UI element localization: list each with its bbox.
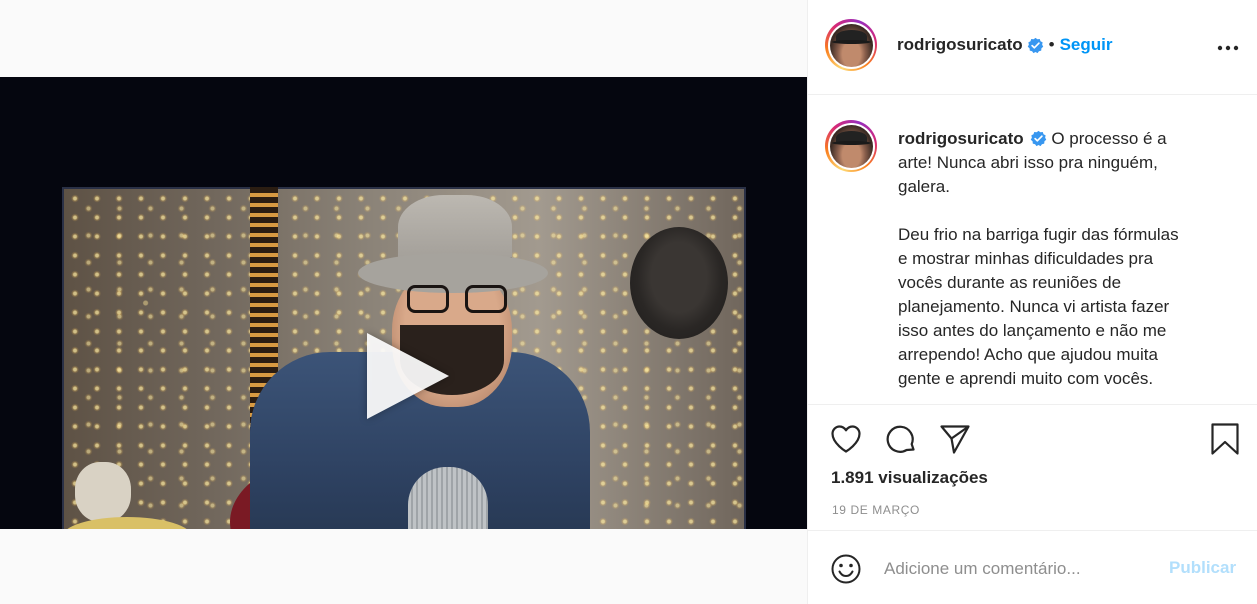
separator-dot: •: [1048, 35, 1055, 54]
post-date[interactable]: 19 de março: [832, 503, 920, 517]
bookmark-icon[interactable]: [1208, 422, 1242, 456]
media-area: [0, 0, 807, 604]
verified-badge-icon: [1027, 37, 1043, 53]
caption-line: planejamento. Nunca vi artista fazer: [898, 297, 1170, 316]
smiley-icon[interactable]: [830, 553, 862, 585]
caption-line: vocês durante as reuniões de: [898, 273, 1122, 292]
view-count[interactable]: 1.891 visualizações: [831, 468, 988, 488]
comment-form: Publicar: [808, 531, 1257, 604]
caption-line: gente e aprendi muito com vocês.: [898, 369, 1154, 388]
post-header: rodrigosuricato • Seguir: [808, 0, 1257, 95]
caption-text: rodrigosuricato O processo é a arte! Nun…: [898, 127, 1228, 391]
heart-icon[interactable]: [829, 422, 863, 456]
caption-line: isso antes do lançamento e não me: [898, 321, 1167, 340]
avatar-image: [829, 23, 873, 67]
caption-line: arte! Nunca abri isso pra ninguém,: [898, 153, 1158, 172]
glasses: [407, 285, 507, 315]
caption-username[interactable]: rodrigosuricato: [898, 129, 1024, 148]
wall-hat: [630, 227, 728, 339]
verified-badge-icon: [1030, 130, 1046, 147]
follow-button[interactable]: Seguir: [1060, 35, 1113, 55]
publish-button[interactable]: Publicar: [1169, 558, 1236, 578]
paper-plane-icon[interactable]: [938, 422, 972, 456]
header-username[interactable]: rodrigosuricato: [897, 35, 1023, 55]
post-caption: rodrigosuricato O processo é a arte! Nun…: [808, 96, 1257, 405]
caption-line: e mostrar minhas dificuldades pra: [898, 249, 1154, 268]
post-side-panel: rodrigosuricato • Seguir rodrigosuricato…: [807, 0, 1257, 604]
microphone: [408, 467, 488, 529]
caption-line: Deu frio na barriga fugir das fórmulas: [898, 225, 1179, 244]
comment-bubble-icon[interactable]: [884, 422, 918, 456]
more-horizontal-icon[interactable]: [1216, 38, 1240, 58]
caption-line: galera.: [898, 177, 950, 196]
play-icon[interactable]: [367, 333, 449, 419]
video-player[interactable]: [0, 77, 807, 529]
caption-line: arrependo! Acho que ajudou muita: [898, 345, 1158, 364]
comment-input[interactable]: [884, 555, 1154, 583]
avatar[interactable]: [825, 19, 877, 71]
caption-line: O processo é a: [1051, 129, 1167, 148]
skull-decor: [75, 462, 131, 522]
caption-avatar[interactable]: [825, 120, 877, 172]
post-actions: 1.891 visualizações 19 de março: [808, 405, 1257, 531]
instagram-post-view: rodrigosuricato • Seguir rodrigosuricato…: [0, 0, 1257, 604]
